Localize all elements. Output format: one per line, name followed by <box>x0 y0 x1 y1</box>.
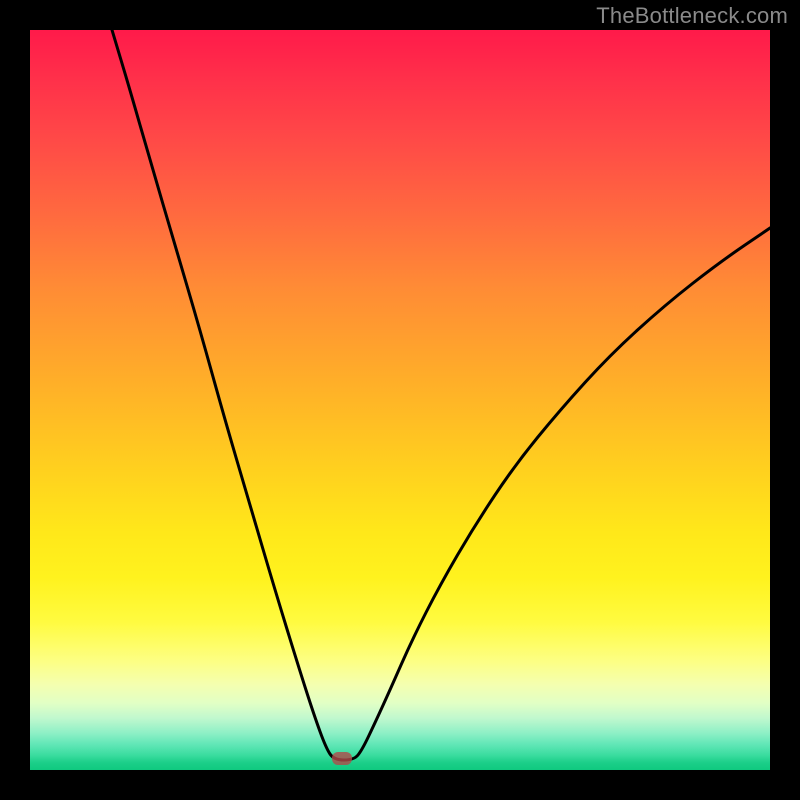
chart-frame: TheBottleneck.com <box>0 0 800 800</box>
plot-area <box>30 30 770 770</box>
minimum-marker <box>332 752 352 765</box>
curve-svg <box>30 30 770 770</box>
bottleneck-curve <box>112 30 770 760</box>
watermark-label: TheBottleneck.com <box>596 3 788 29</box>
